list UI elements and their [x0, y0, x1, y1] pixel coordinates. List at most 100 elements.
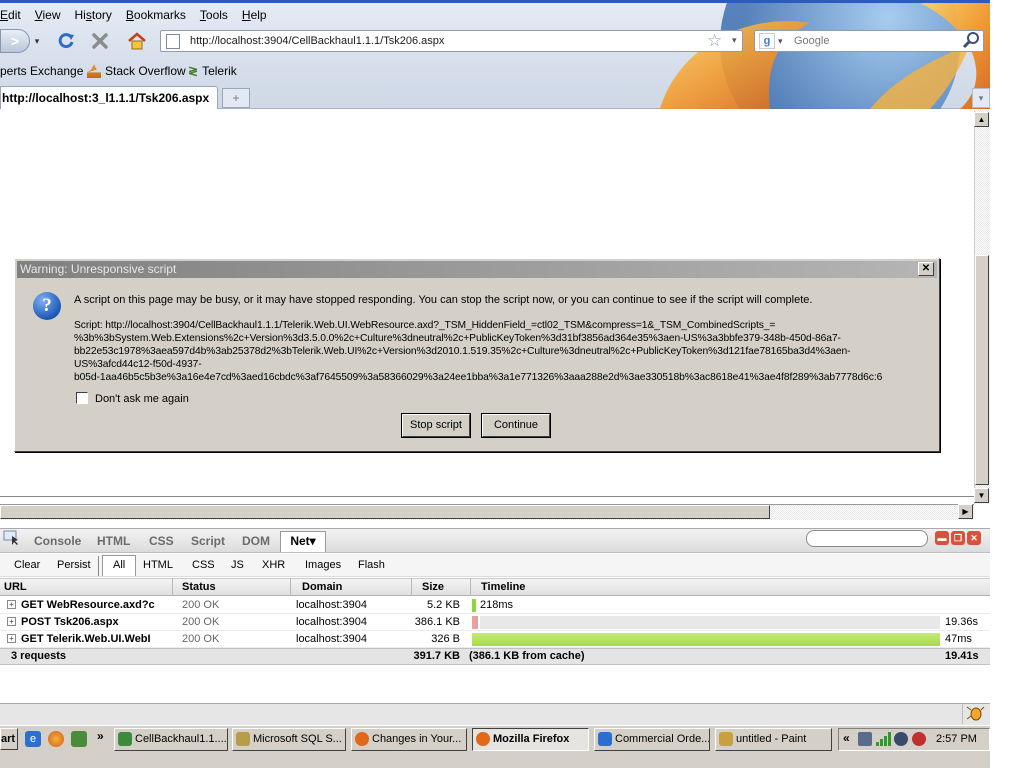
vs-quicklaunch-icon[interactable] — [71, 731, 87, 747]
close-firebug-icon[interactable]: ✕ — [967, 531, 981, 545]
filter-html[interactable]: HTML — [143, 559, 173, 571]
tab-html[interactable]: HTML — [97, 534, 130, 548]
firefox-icon — [355, 732, 369, 746]
detach-icon[interactable]: ❐ — [951, 531, 965, 545]
dialog-message: A script on this page may be busy, or it… — [74, 294, 813, 306]
timeline-bar — [472, 633, 940, 646]
task-mozilla-firefox[interactable]: Mozilla Firefox — [472, 728, 589, 751]
firebug-search-input[interactable] — [806, 530, 928, 547]
network-icon[interactable] — [858, 732, 872, 746]
column-status[interactable]: Status — [182, 581, 216, 593]
firefox-icon — [476, 732, 490, 746]
minimize-icon[interactable]: ▬ — [935, 531, 949, 545]
column-size[interactable]: Size — [422, 581, 444, 593]
vertical-scroll-thumb[interactable] — [975, 255, 989, 485]
column-timeline[interactable]: Timeline — [481, 581, 525, 593]
tab-css[interactable]: CSS — [149, 534, 174, 548]
column-separator — [172, 578, 173, 596]
script-line: bb22e53c1978%3aea597d4b%3ab25378d2%3bTel… — [74, 346, 851, 357]
filter-css[interactable]: CSS — [192, 559, 215, 571]
timeline-bar — [480, 616, 940, 629]
security-icon[interactable] — [894, 732, 908, 746]
column-separator — [290, 578, 291, 596]
script-line: %3b%3bSystem.Web.Extensions%2c+Version%3… — [74, 333, 841, 344]
expand-icon[interactable]: + — [7, 634, 16, 643]
task-paint[interactable]: untitled - Paint — [715, 728, 832, 751]
stop-script-button[interactable]: Stop script — [402, 414, 470, 437]
antivirus-icon[interactable] — [912, 732, 926, 746]
search-magnifier-icon[interactable] — [962, 31, 980, 52]
filter-all[interactable]: All — [113, 559, 125, 571]
timeline-bar — [472, 599, 476, 612]
firebug-status-icon[interactable] — [962, 704, 988, 724]
search-input[interactable] — [754, 30, 984, 52]
filter-js[interactable]: JS — [231, 559, 244, 571]
bookmark-experts-exchange[interactable]: perts Exchange — [0, 64, 83, 78]
summary-cache: (386.1 KB from cache) — [469, 650, 585, 662]
expand-icon[interactable]: + — [7, 617, 16, 626]
url-dropdown-icon[interactable]: ▾ — [732, 35, 737, 46]
filter-images[interactable]: Images — [305, 559, 341, 571]
tab-dom[interactable]: DOM — [242, 534, 270, 548]
row-url: GET Telerik.Web.UI.WebI — [21, 633, 151, 645]
ie-quicklaunch-icon[interactable]: e — [25, 731, 41, 747]
tray-expand-button[interactable]: « — [843, 731, 850, 745]
reload-button[interactable] — [54, 30, 78, 52]
task-commercial-order[interactable]: Commercial Orde... — [594, 728, 710, 751]
bookmark-telerik[interactable]: ≷ Telerik — [188, 64, 237, 78]
horizontal-scroll-thumb[interactable] — [0, 505, 770, 519]
column-domain[interactable]: Domain — [302, 581, 342, 593]
filter-flash[interactable]: Flash — [358, 559, 385, 571]
dont-ask-label[interactable]: Don't ask me again — [95, 393, 189, 405]
scroll-up-button[interactable]: ▲ — [974, 112, 989, 127]
google-engine-icon[interactable]: g — [759, 33, 775, 49]
tab-script[interactable]: Script — [191, 534, 225, 548]
home-button[interactable] — [124, 30, 150, 52]
continue-button[interactable]: Continue — [482, 414, 550, 437]
script-line: Script: http://localhost:3904/CellBackha… — [74, 320, 776, 331]
vs-icon — [118, 732, 132, 746]
scroll-down-button[interactable]: ▼ — [974, 488, 989, 503]
scroll-right-button[interactable]: ▶ — [958, 504, 973, 519]
forward-button[interactable]: > — [0, 29, 30, 53]
chevron-down-icon: ▾ — [978, 93, 984, 103]
stop-button[interactable] — [88, 30, 112, 52]
menu-tools[interactable]: Tools — [193, 6, 235, 24]
firefox-quicklaunch-icon[interactable] — [48, 731, 64, 747]
menu-view[interactable]: View — [28, 6, 68, 24]
timeline-right-label: 19.36s — [945, 616, 979, 628]
task-changes[interactable]: Changes in Your... — [351, 728, 467, 751]
menu-help[interactable]: Help — [235, 6, 274, 24]
column-url[interactable]: URL — [4, 581, 27, 593]
sql-icon — [236, 732, 250, 746]
engine-dropdown-icon[interactable]: ▾ — [778, 36, 783, 47]
new-tab-button[interactable]: + — [222, 88, 250, 108]
inspect-icon[interactable] — [3, 530, 21, 549]
task-cellbackhaul[interactable]: CellBackhaul1.1.... — [114, 728, 228, 751]
row-domain: localhost:3904 — [296, 616, 367, 628]
tab-list-dropdown-button[interactable]: ▾ — [972, 88, 990, 108]
menu-history[interactable]: History — [68, 6, 119, 24]
start-button[interactable]: art — [0, 728, 18, 750]
clear-button[interactable]: Clear — [14, 559, 40, 571]
url-text: http://localhost:3904/CellBackhaul1.1.1/… — [190, 35, 445, 47]
menu-bookmarks[interactable]: Bookmarks — [119, 6, 193, 24]
quicklaunch-overflow-icon[interactable]: » — [97, 729, 104, 743]
tab-console[interactable]: Console — [34, 534, 81, 548]
dont-ask-checkbox[interactable] — [76, 392, 88, 404]
menu-edit[interactable]: Edit — [0, 6, 28, 24]
history-dropdown-button[interactable]: ▾ — [30, 33, 44, 49]
reload-icon — [58, 33, 74, 49]
dialog-close-button[interactable]: ✕ — [918, 262, 934, 276]
content-divider — [0, 496, 974, 497]
signal-strength-icon[interactable] — [876, 732, 892, 749]
expand-icon[interactable]: + — [7, 600, 16, 609]
arrow-right-icon: ▶ — [962, 507, 969, 516]
task-sql-server[interactable]: Microsoft SQL S... — [232, 728, 346, 751]
persist-button[interactable]: Persist — [57, 559, 91, 571]
bookmark-stack-overflow[interactable]: Stack Overflow — [87, 64, 186, 78]
bookmark-star-icon[interactable]: ☆ — [707, 31, 722, 51]
filter-xhr[interactable]: XHR — [262, 559, 285, 571]
row-status: 200 OK — [182, 599, 220, 611]
tab-net[interactable]: Net▾ — [280, 531, 326, 552]
